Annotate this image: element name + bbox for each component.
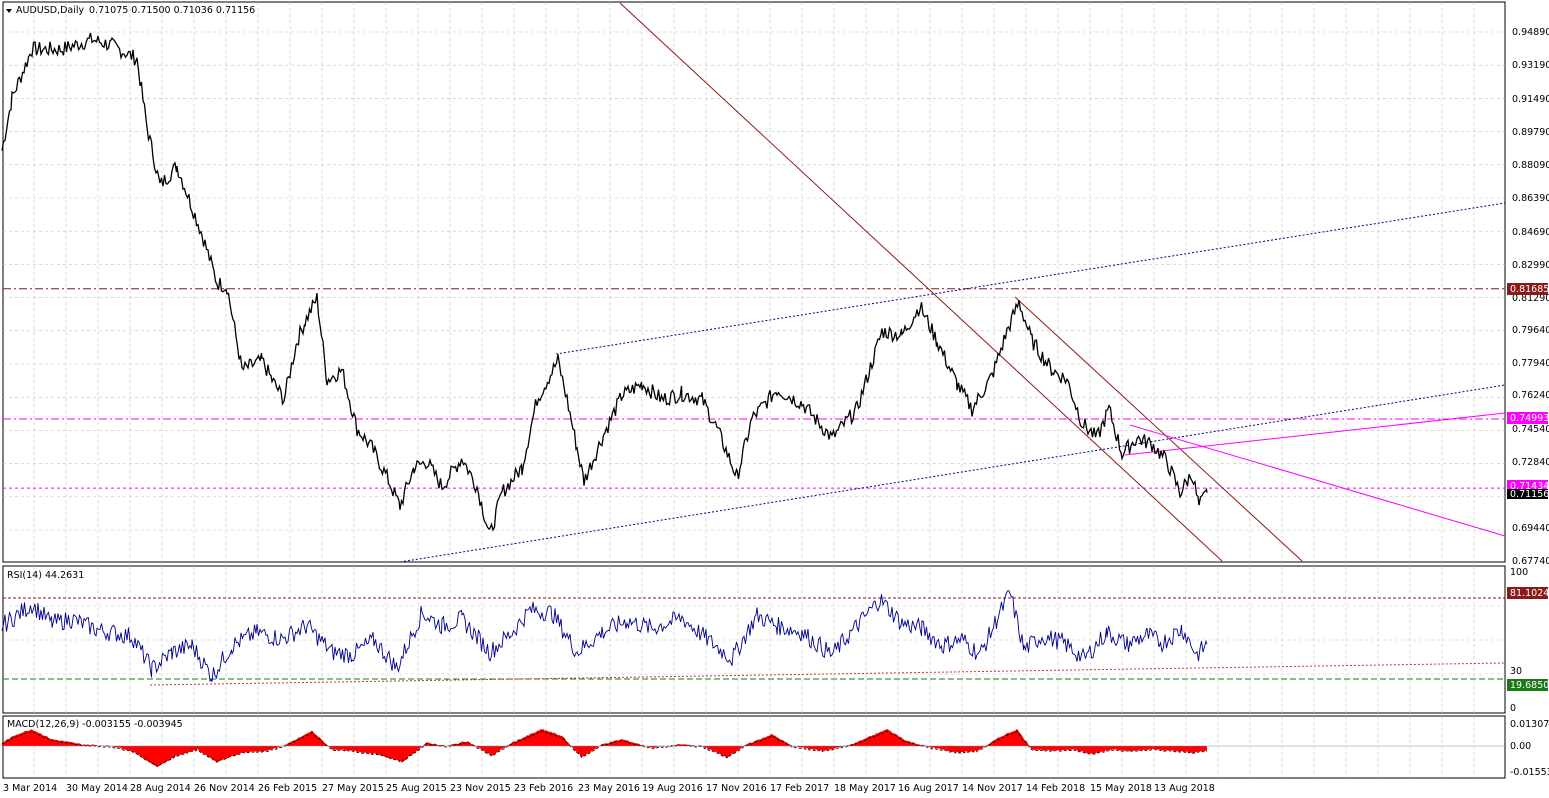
macd-header: MACD(12,26,9) -0.003155 -0.003945 — [7, 719, 183, 730]
price-tick: 0.86390 — [1512, 193, 1549, 204]
price-tick: 0.77940 — [1512, 358, 1549, 369]
time-tick: 18 May 2017 — [834, 783, 896, 794]
price-tick: 0.89790 — [1512, 127, 1549, 138]
main-panel-frame — [2, 1, 1506, 563]
symbol-header: AUDUSD,Daily — [16, 5, 85, 16]
price-tick: 0.76240 — [1512, 390, 1549, 401]
time-tick: 23 Feb 2016 — [514, 783, 573, 794]
time-tick: 16 Aug 2017 — [898, 783, 959, 794]
time-tick: 28 Aug 2014 — [130, 783, 191, 794]
time-axis: 3 Mar 2014 30 May 2014 28 Aug 2014 26 No… — [3, 783, 1215, 794]
rsi-panel-frame — [2, 565, 1506, 714]
price-tick: 0.67740 — [1512, 556, 1549, 567]
rsi-tick: 0 — [1510, 703, 1516, 714]
macd-axis: 0.013076 0.00 -0.015536 — [1510, 719, 1549, 778]
price-tick: 0.93190 — [1512, 60, 1549, 71]
time-tick: 15 May 2018 — [1090, 783, 1152, 794]
trading-chart[interactable]: AUDUSD,Daily 0.71075 0.71500 0.71036 0.7… — [0, 0, 1549, 798]
ohlc-values: 0.71075 0.71500 0.71036 0.71156 — [89, 5, 255, 16]
time-tick: 23 May 2016 — [578, 783, 640, 794]
price-tick: 0.84690 — [1512, 227, 1549, 238]
rsi-tag-text: 19.6850 — [1510, 680, 1549, 691]
rsi-tag-upper: 81.1024 — [1507, 587, 1549, 599]
price-tick: 0.94890 — [1512, 27, 1549, 38]
price-tag-text: 0.81685 — [1510, 284, 1549, 295]
price-tag-pink-level: 0.74993 — [1507, 412, 1549, 424]
time-tick: 26 Feb 2015 — [258, 783, 317, 794]
price-tick: 0.72840 — [1512, 457, 1549, 468]
price-tick: 0.82990 — [1512, 260, 1549, 271]
rsi-tick: 30 — [1510, 666, 1522, 677]
time-tick: 23 Nov 2015 — [450, 783, 511, 794]
time-tick: 14 Feb 2018 — [1026, 783, 1085, 794]
time-tick: 14 Nov 2017 — [962, 783, 1023, 794]
macd-tick: -0.015536 — [1510, 767, 1549, 778]
price-tick: 0.79640 — [1512, 325, 1549, 336]
time-tick: 13 Aug 2018 — [1154, 783, 1215, 794]
time-tick: 17 Nov 2016 — [706, 783, 767, 794]
rsi-header: RSI(14) 44.2631 — [7, 570, 84, 581]
time-tick: 30 May 2014 — [66, 783, 128, 794]
time-tick: 3 Mar 2014 — [3, 783, 57, 794]
time-tick: 27 May 2015 — [322, 783, 384, 794]
time-tick: 17 Feb 2017 — [770, 783, 829, 794]
price-tick: 0.91490 — [1512, 94, 1549, 105]
rsi-tag-text: 81.1024 — [1510, 588, 1549, 599]
price-tag-current: 0.71156 — [1507, 489, 1549, 500]
price-tag-text: 0.74993 — [1510, 413, 1549, 424]
macd-tick: 0.00 — [1510, 741, 1531, 752]
macd-tick: 0.013076 — [1510, 719, 1549, 730]
time-tick: 25 Aug 2015 — [386, 783, 447, 794]
rsi-tag-lower: 19.6850 — [1507, 679, 1549, 691]
price-tick: 0.69440 — [1512, 523, 1549, 534]
price-tag-resistance: 0.81685 — [1507, 283, 1549, 295]
price-tag-text: 0.71156 — [1510, 489, 1549, 500]
price-tick: 0.74540 — [1512, 424, 1549, 435]
rsi-tick: 100 — [1510, 567, 1528, 578]
price-tick: 0.88090 — [1512, 160, 1549, 171]
time-tick: 26 Nov 2014 — [194, 783, 255, 794]
time-tick: 19 Aug 2016 — [642, 783, 703, 794]
